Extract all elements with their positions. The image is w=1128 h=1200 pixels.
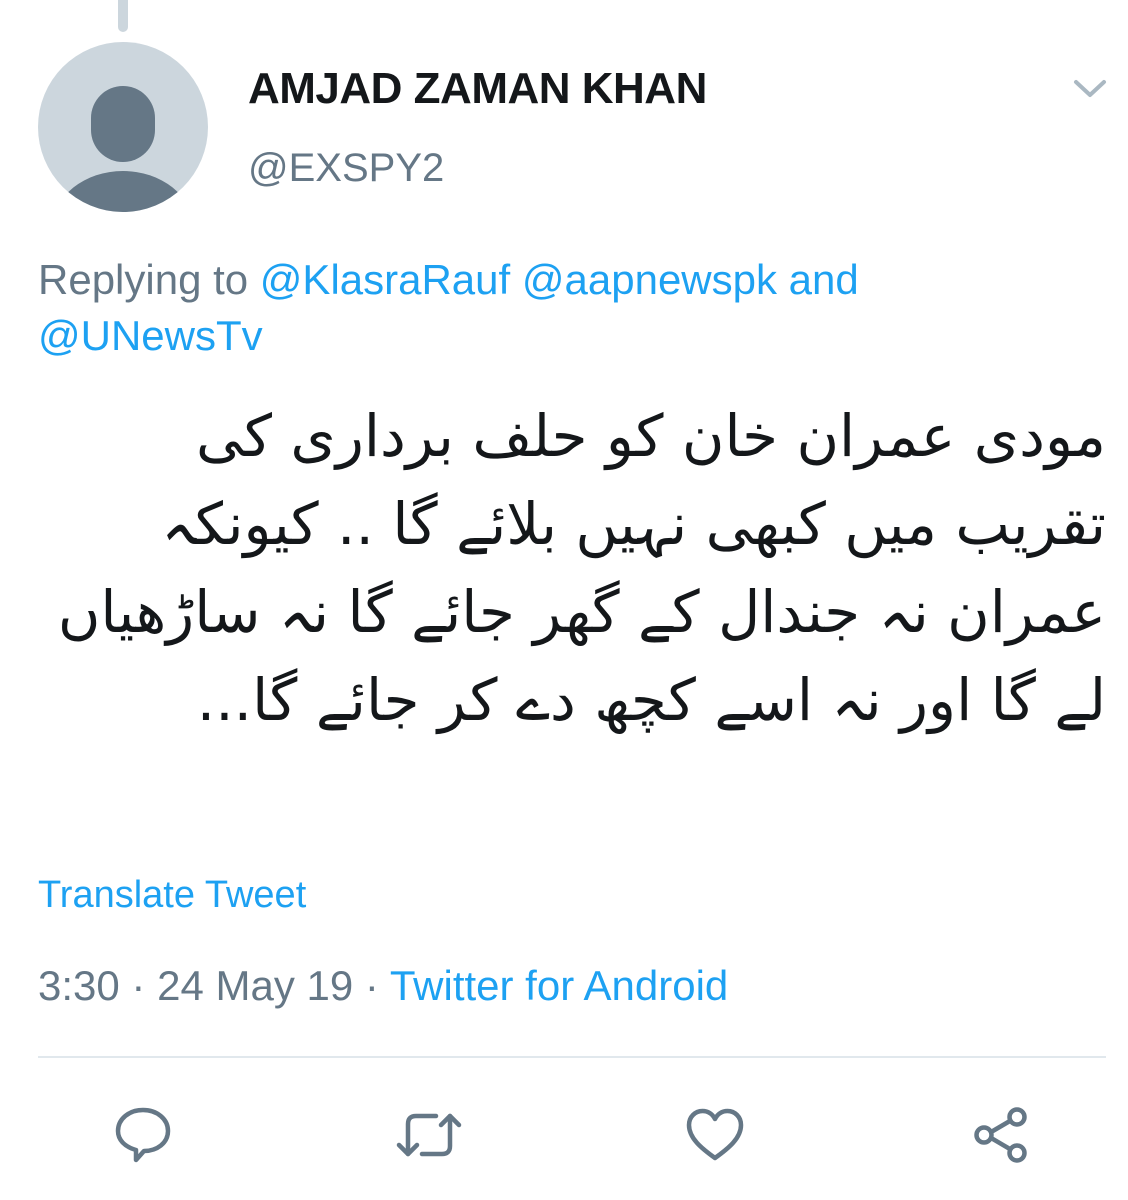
mention-link[interactable]: @UNewsTv [38, 312, 263, 359]
reply-icon [115, 1107, 171, 1163]
tweet-metadata: 3:30 · 24 May 19 · Twitter for Android [38, 962, 728, 1010]
avatar[interactable] [38, 42, 208, 212]
reply-button[interactable] [108, 1100, 178, 1170]
like-button[interactable] [680, 1100, 750, 1170]
meta-separator: · [364, 962, 379, 1009]
author-handle[interactable]: @EXSPY2 [248, 146, 444, 191]
tweet-source-link[interactable]: Twitter for Android [390, 962, 728, 1009]
heart-icon [686, 1108, 744, 1161]
mention-link[interactable]: @aapnewspk [522, 256, 777, 303]
thread-connector-line [118, 0, 128, 32]
meta-separator: · [131, 962, 146, 1009]
tweet-date: 24 May 19 [157, 962, 354, 1009]
replying-to-line: Replying to @KlasraRauf @aapnewspk and @… [38, 252, 1088, 364]
retweet-button[interactable] [394, 1100, 464, 1170]
replying-to-label: Replying to [38, 256, 249, 303]
default-avatar-icon [55, 86, 191, 212]
author-display-name[interactable]: AMJAD ZAMAN KHAN [248, 64, 707, 114]
more-options-chevron-icon[interactable] [1070, 72, 1110, 104]
translate-tweet-link[interactable]: Translate Tweet [38, 874, 306, 917]
divider [38, 1056, 1106, 1058]
tweet-body: مودی عمران خان کو حلف برداری کی تقریب می… [39, 402, 1106, 734]
mention-link[interactable]: @KlasraRauf [260, 256, 510, 303]
share-button[interactable] [966, 1100, 1036, 1170]
retweet-icon [396, 1113, 462, 1157]
mention-link[interactable]: and [789, 256, 859, 303]
share-icon [974, 1107, 1027, 1163]
tweet-time: 3:30 [38, 962, 120, 1009]
